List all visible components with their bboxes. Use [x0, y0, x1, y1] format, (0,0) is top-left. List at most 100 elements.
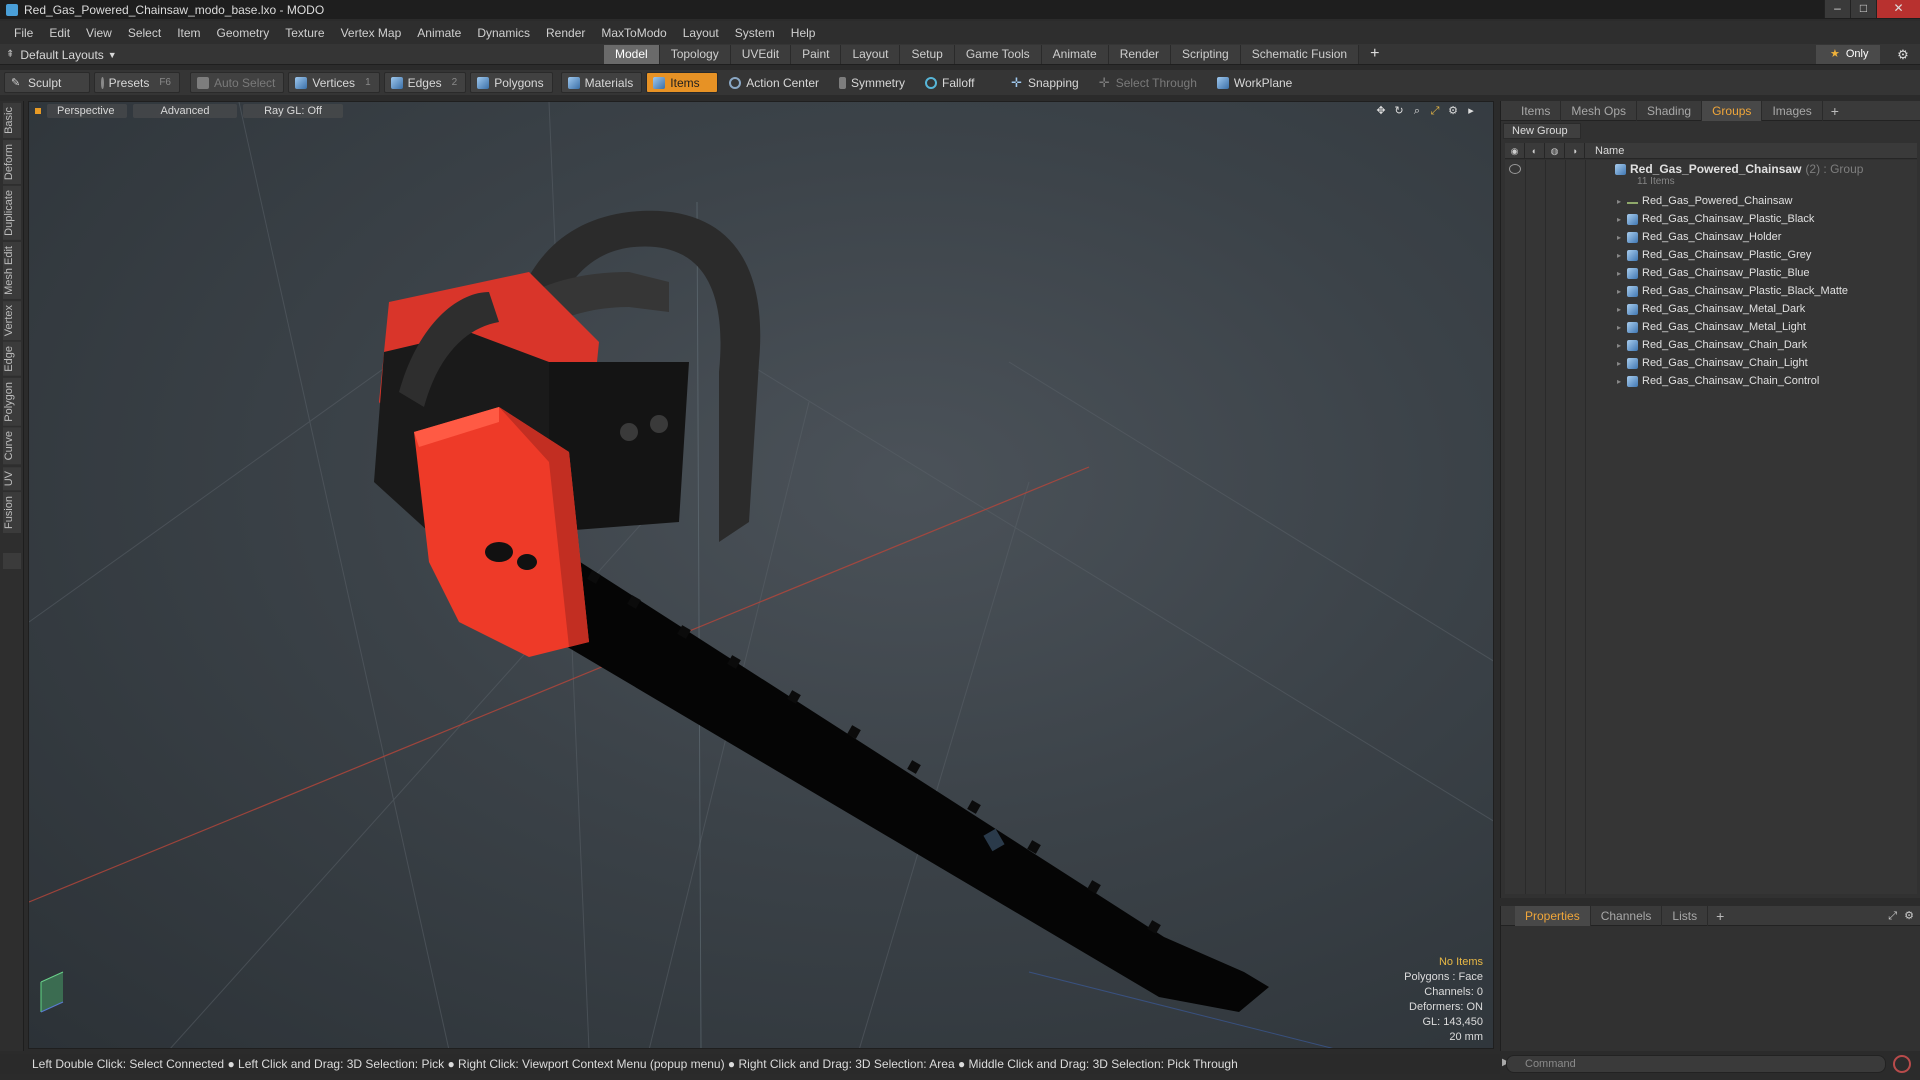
edges-button[interactable]: Edges 2 — [383, 72, 467, 93]
menu-dynamics[interactable]: Dynamics — [469, 26, 538, 40]
action-center-button[interactable]: Action Center — [722, 72, 828, 93]
tab-scripting[interactable]: Scripting — [1171, 45, 1241, 64]
new-group-button[interactable]: New Group — [1503, 123, 1581, 139]
menu-system[interactable]: System — [727, 26, 783, 40]
add-tab-icon[interactable]: + — [1359, 45, 1381, 64]
tab-schematic-fusion[interactable]: Schematic Fusion — [1240, 45, 1360, 64]
minimize-button[interactable]: – — [1824, 0, 1850, 18]
gear-icon[interactable]: ⚙ — [1894, 46, 1912, 64]
presets-button[interactable]: Presets F6 — [94, 72, 180, 93]
add-panel-tab-icon[interactable]: + — [1823, 103, 1847, 119]
left-tab-polygon[interactable]: Polygon — [3, 377, 21, 426]
auto-select-button[interactable]: Auto Select — [190, 72, 285, 93]
tab-model[interactable]: Model — [604, 45, 660, 64]
lock-column-icon[interactable]: ◍ — [1545, 142, 1565, 159]
left-tab-curve[interactable]: Curve — [3, 427, 21, 465]
command-run-icon[interactable] — [1893, 1055, 1911, 1073]
tab-groups[interactable]: Groups — [1702, 100, 1763, 121]
polygons-button[interactable]: Polygons — [470, 72, 553, 93]
tab-paint[interactable]: Paint — [791, 45, 842, 64]
raygl-button[interactable]: Ray GL: Off — [243, 104, 343, 118]
properties-gear-icon[interactable]: ⚙ — [1904, 910, 1914, 922]
tab-shading[interactable]: Shading — [1637, 100, 1703, 121]
list-item[interactable]: ▸ Red_Gas_Chainsaw_Plastic_Blue — [1617, 264, 1810, 282]
menu-texture[interactable]: Texture — [277, 26, 332, 40]
menu-geometry[interactable]: Geometry — [209, 26, 278, 40]
menu-animate[interactable]: Animate — [409, 26, 469, 40]
snapping-button[interactable]: ✛ Snapping — [1004, 72, 1088, 93]
pan-icon[interactable]: ✥ — [1373, 104, 1389, 118]
select-through-button[interactable]: ✛ Select Through — [1092, 72, 1206, 93]
menu-view[interactable]: View — [78, 26, 120, 40]
menu-maxtomodo[interactable]: MaxToModo — [593, 26, 674, 40]
tab-animate[interactable]: Animate — [1041, 45, 1109, 64]
tab-render[interactable]: Render — [1108, 45, 1172, 64]
tab-images[interactable]: Images — [1762, 100, 1823, 121]
list-item[interactable]: ▸ Red_Gas_Chainsaw_Holder — [1617, 228, 1781, 246]
workplane-button[interactable]: WorkPlane — [1210, 72, 1301, 93]
menu-select[interactable]: Select — [120, 26, 169, 40]
viewport-expand-icon[interactable]: ▸ — [1463, 104, 1479, 118]
group-visibility-icon[interactable] — [1509, 164, 1521, 174]
menu-render[interactable]: Render — [538, 26, 593, 40]
list-item[interactable]: ▸ Red_Gas_Chainsaw_Chain_Light — [1617, 354, 1808, 372]
tab-setup[interactable]: Setup — [900, 45, 955, 64]
only-button[interactable]: ★ Only — [1816, 45, 1880, 64]
tab-items[interactable]: Items — [1501, 100, 1562, 121]
viewport-gear-icon[interactable]: ⚙ — [1445, 104, 1461, 118]
list-item[interactable]: ▸ Red_Gas_Chainsaw_Chain_Dark — [1617, 336, 1807, 354]
list-item[interactable]: ▸ Red_Gas_Chainsaw_Plastic_Black_Matte — [1617, 282, 1848, 300]
list-item[interactable]: ▸ Red_Gas_Chainsaw_Metal_Light — [1617, 318, 1806, 336]
name-column-header[interactable]: Name — [1585, 145, 1624, 157]
menu-layout[interactable]: Layout — [675, 26, 727, 40]
shading-advanced-button[interactable]: Advanced — [133, 104, 237, 118]
viewport-menu-dot[interactable] — [35, 108, 41, 114]
view-perspective-button[interactable]: Perspective — [47, 104, 127, 118]
tab-mesh-ops[interactable]: Mesh Ops — [1561, 100, 1638, 121]
left-tab-uv[interactable]: UV — [3, 466, 21, 491]
zoom-icon[interactable]: ⌕ — [1409, 104, 1425, 118]
menu-file[interactable]: File — [6, 26, 41, 40]
left-tab-mesh-edit[interactable]: Mesh Edit — [3, 241, 21, 299]
menu-vertex-map[interactable]: Vertex Map — [333, 26, 410, 40]
rotate-icon[interactable]: ↻ — [1391, 104, 1407, 118]
render-column-icon[interactable]: ◐ — [1525, 142, 1545, 159]
left-tab-fusion[interactable]: Fusion — [3, 492, 21, 534]
maximize-button[interactable]: □ — [1850, 0, 1876, 18]
falloff-button[interactable]: Falloff — [918, 72, 1000, 93]
tab-game-tools[interactable]: Game Tools — [954, 45, 1042, 64]
tab-properties[interactable]: Properties — [1515, 905, 1591, 926]
command-input[interactable]: Command — [1506, 1055, 1886, 1073]
symmetry-button[interactable]: Symmetry — [832, 72, 914, 93]
tab-topology[interactable]: Topology — [659, 45, 731, 64]
tab-layout[interactable]: Layout — [841, 45, 901, 64]
list-item[interactable]: ▸ Red_Gas_Chainsaw_Plastic_Grey — [1617, 246, 1811, 264]
expand-panel-icon[interactable]: ⤢ — [1888, 910, 1897, 922]
list-item[interactable]: ▸ Red_Gas_Chainsaw_Plastic_Black — [1617, 210, 1814, 228]
select-column-icon[interactable]: ◑ — [1565, 142, 1585, 159]
visibility-column-icon[interactable]: ◉ — [1505, 142, 1525, 159]
list-item[interactable]: ▸ Red_Gas_Chainsaw_Metal_Dark — [1617, 300, 1805, 318]
sculpt-button[interactable]: ✎ Sculpt — [4, 72, 90, 93]
tab-uvedit[interactable]: UVEdit — [730, 45, 792, 64]
left-tab-duplicate[interactable]: Duplicate — [3, 185, 21, 240]
close-button[interactable]: ✕ — [1876, 0, 1920, 18]
menu-edit[interactable]: Edit — [41, 26, 78, 40]
list-item[interactable]: ▸ Red_Gas_Chainsaw_Chain_Control — [1617, 372, 1819, 390]
tab-channels[interactable]: Channels — [1591, 905, 1663, 926]
left-tab-deform[interactable]: Deform — [3, 139, 21, 184]
default-layouts-dropdown[interactable]: ⇞ Default Layouts ▼ — [6, 44, 117, 65]
list-item[interactable]: ▸ Red_Gas_Powered_Chainsaw — [1617, 192, 1792, 210]
3d-viewport[interactable]: Perspective Advanced Ray GL: Off ✥ ↻ ⌕ ⤢… — [28, 101, 1494, 1049]
left-tab-basic[interactable]: Basic — [3, 103, 21, 138]
menu-help[interactable]: Help — [783, 26, 824, 40]
fit-icon[interactable]: ⤢ — [1427, 104, 1443, 118]
items-button[interactable]: Items — [646, 72, 719, 93]
vertices-button[interactable]: Vertices 1 — [288, 72, 380, 93]
tab-lists[interactable]: Lists — [1662, 905, 1709, 926]
left-panel-toggle[interactable] — [3, 553, 21, 570]
add-properties-tab-icon[interactable]: + — [1708, 908, 1732, 924]
menu-item[interactable]: Item — [169, 26, 208, 40]
left-tab-edge[interactable]: Edge — [3, 341, 21, 376]
left-tab-vertex[interactable]: Vertex — [3, 300, 21, 340]
